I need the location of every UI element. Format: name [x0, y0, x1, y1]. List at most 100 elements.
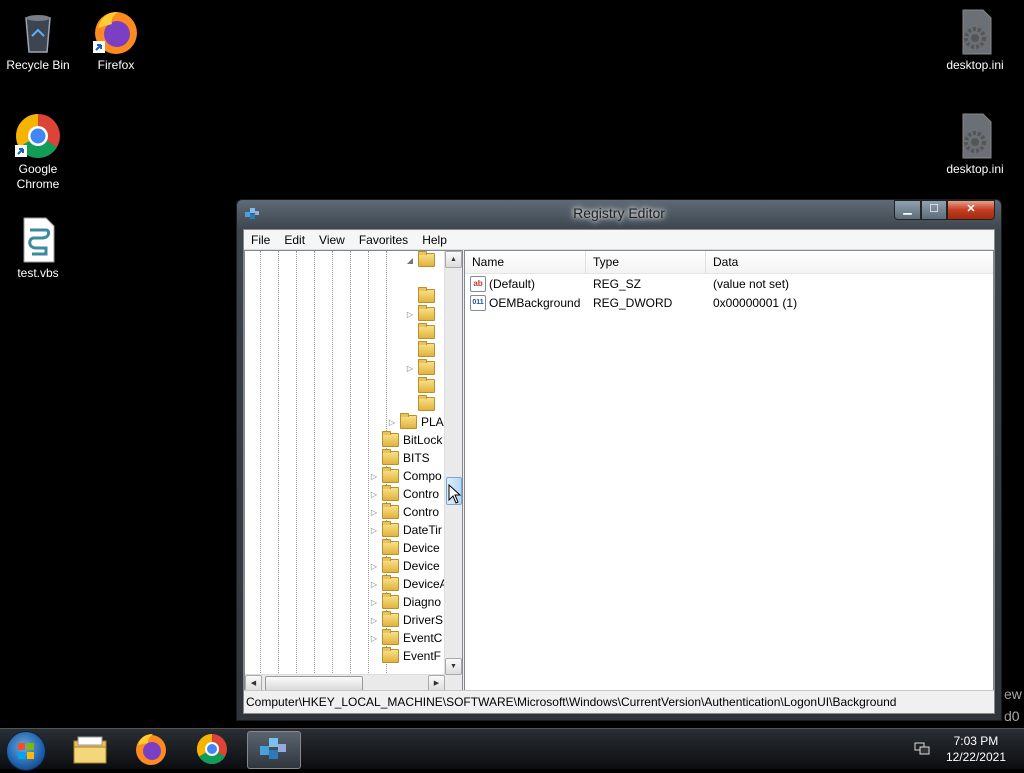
scroll-down-arrow-icon[interactable]: ▼ [445, 658, 462, 675]
tree-node[interactable] [405, 323, 439, 341]
tree-node[interactable]: ▷ [405, 359, 439, 377]
expand-arrow-icon[interactable]: ▷ [405, 310, 415, 319]
ini-file-icon [951, 112, 999, 160]
desktop-icon-test-vbs[interactable]: test.vbs [0, 216, 76, 281]
collapse-arrow-icon[interactable]: ◢ [405, 256, 415, 265]
registry-value-row[interactable]: ab (Default) REG_SZ (value not set) [465, 274, 993, 293]
registry-value-row[interactable]: 011 OEMBackground REG_DWORD 0x00000001 (… [465, 293, 993, 312]
tree-node[interactable] [405, 377, 439, 395]
tree-node[interactable]: ▷ Contro [369, 503, 439, 521]
tree-node[interactable]: ▷ PLA [387, 413, 444, 431]
tree-node-label: DriverS [403, 613, 444, 627]
expand-arrow-icon[interactable]: ▷ [369, 508, 379, 517]
expand-arrow-icon[interactable]: ▷ [405, 364, 415, 373]
scroll-up-arrow-icon[interactable]: ▲ [445, 251, 462, 268]
folder-icon [382, 521, 399, 537]
expand-arrow-icon[interactable]: ▷ [369, 490, 379, 499]
expand-arrow-icon[interactable]: ▷ [369, 526, 379, 535]
list-header: Name Type Data [465, 251, 993, 274]
windows-start-icon[interactable] [6, 731, 46, 771]
value-data: (value not set) [713, 276, 790, 291]
column-header-name[interactable]: Name [465, 251, 586, 273]
tree-node[interactable] [405, 395, 439, 413]
folder-icon [382, 593, 399, 609]
tree-node[interactable]: ▷ [405, 305, 439, 323]
desktop-icon-label: test.vbs [17, 266, 59, 280]
desktop-icon-label: Google Chrome [16, 162, 60, 191]
chrome-icon [196, 734, 227, 765]
window-client-area: File Edit View Favorites Help ◢ ▷ ▷ ▷ PL… [243, 229, 995, 714]
value-type: REG_DWORD [593, 295, 673, 310]
menu-edit[interactable]: Edit [277, 233, 312, 247]
tree-node[interactable]: EventF [369, 647, 441, 665]
column-header-data[interactable]: Data [706, 251, 993, 273]
taskbar-chrome[interactable] [186, 731, 238, 767]
system-clock[interactable]: 7:03 PM 12/22/2021 [946, 733, 1006, 765]
folder-icon [382, 629, 399, 645]
folder-icon [418, 251, 435, 267]
folder-icon [382, 611, 399, 627]
tree-node[interactable]: ▷ DateTir [369, 521, 442, 539]
expand-arrow-icon[interactable]: ▷ [369, 598, 379, 607]
registry-values-pane[interactable]: Name Type Data ab (Default) REG_SZ (valu… [464, 250, 994, 693]
tree-node[interactable]: ▷ DriverS [369, 611, 443, 629]
desktop-icon-recycle-bin[interactable]: Recycle Bin [0, 8, 76, 73]
binary-value-icon: 011 [470, 294, 486, 311]
tree-node[interactable]: ▷ Device [369, 557, 440, 575]
folder-icon [382, 467, 399, 483]
folder-icon [418, 305, 435, 321]
taskbar-firefox[interactable] [125, 731, 177, 767]
tree-node-label: Device [403, 541, 440, 555]
expand-arrow-icon[interactable]: ▷ [369, 580, 379, 589]
desktop-icon-firefox[interactable]: Firefox [78, 8, 154, 73]
network-icon[interactable] [914, 741, 930, 755]
desktop-icon-desktop-ini-1[interactable]: desktop.ini [937, 8, 1013, 73]
taskbar-registry-editor[interactable] [247, 731, 301, 769]
menu-bar: File Edit View Favorites Help [244, 230, 994, 250]
tree-node[interactable]: ▷ Contro [369, 485, 439, 503]
tree-node[interactable]: BitLock [369, 431, 442, 449]
desktop-icon-desktop-ini-2[interactable]: desktop.ini [937, 112, 1013, 177]
desktop-icon-chrome[interactable]: Google Chrome [0, 112, 76, 192]
tree-node[interactable]: ◢ [405, 251, 439, 269]
folder-icon [400, 413, 417, 429]
tree-node[interactable]: BITS [369, 449, 430, 467]
tree-node[interactable] [405, 341, 439, 359]
taskbar: 7:03 PM 12/22/2021 [0, 728, 1024, 771]
registry-editor-window[interactable]: Registry Editor ▁ ☐ ✕ File Edit View Fav… [236, 199, 1002, 721]
tree-node-label: Contro [403, 487, 440, 501]
expand-arrow-icon[interactable]: ▷ [369, 472, 379, 481]
taskbar-file-explorer[interactable] [64, 731, 116, 767]
menu-help[interactable]: Help [415, 233, 454, 247]
tree-node[interactable] [405, 287, 439, 305]
hidden-desktop-text: ew [1004, 686, 1022, 702]
tree-node-label: BITS [403, 451, 430, 465]
tree-node[interactable]: Device [369, 539, 440, 557]
recycle-bin-icon [14, 8, 62, 56]
tree-node-label: EventC [403, 631, 443, 645]
scroll-thumb[interactable] [265, 676, 363, 691]
maximize-button[interactable]: ☐ [921, 200, 947, 220]
string-value-icon: ab [470, 275, 486, 292]
column-header-type[interactable]: Type [586, 251, 706, 273]
tree-node[interactable]: ▷ DeviceA [369, 575, 448, 593]
minimize-button[interactable]: ▁ [894, 200, 921, 220]
registry-tree-pane[interactable]: ◢ ▷ ▷ ▷ PLA BitLock BITS ▷ Compo ▷ Contro ▷… [244, 250, 463, 693]
tree-node-label: DeviceA [403, 577, 448, 591]
tree-node-label: BitLock [403, 433, 443, 447]
desktop-icon-label: desktop.ini [946, 58, 1004, 72]
menu-view[interactable]: View [312, 233, 352, 247]
tree-node[interactable]: ▷ Compo [369, 467, 442, 485]
expand-arrow-icon[interactable]: ▷ [369, 634, 379, 643]
expand-arrow-icon[interactable]: ▷ [369, 616, 379, 625]
tree-node[interactable] [423, 269, 436, 287]
tree-node[interactable]: ▷ Diagno [369, 593, 441, 611]
close-button[interactable]: ✕ [947, 200, 995, 220]
expand-arrow-icon[interactable]: ▷ [369, 562, 379, 571]
title-bar[interactable]: Registry Editor ▁ ☐ ✕ [237, 200, 1001, 228]
menu-favorites[interactable]: Favorites [352, 233, 415, 247]
expand-arrow-icon[interactable]: ▷ [387, 418, 397, 427]
tree-node[interactable]: ▷ EventC [369, 629, 442, 647]
tree-vertical-scrollbar[interactable]: ▲ ▼ [444, 251, 462, 675]
menu-file[interactable]: File [244, 233, 277, 247]
